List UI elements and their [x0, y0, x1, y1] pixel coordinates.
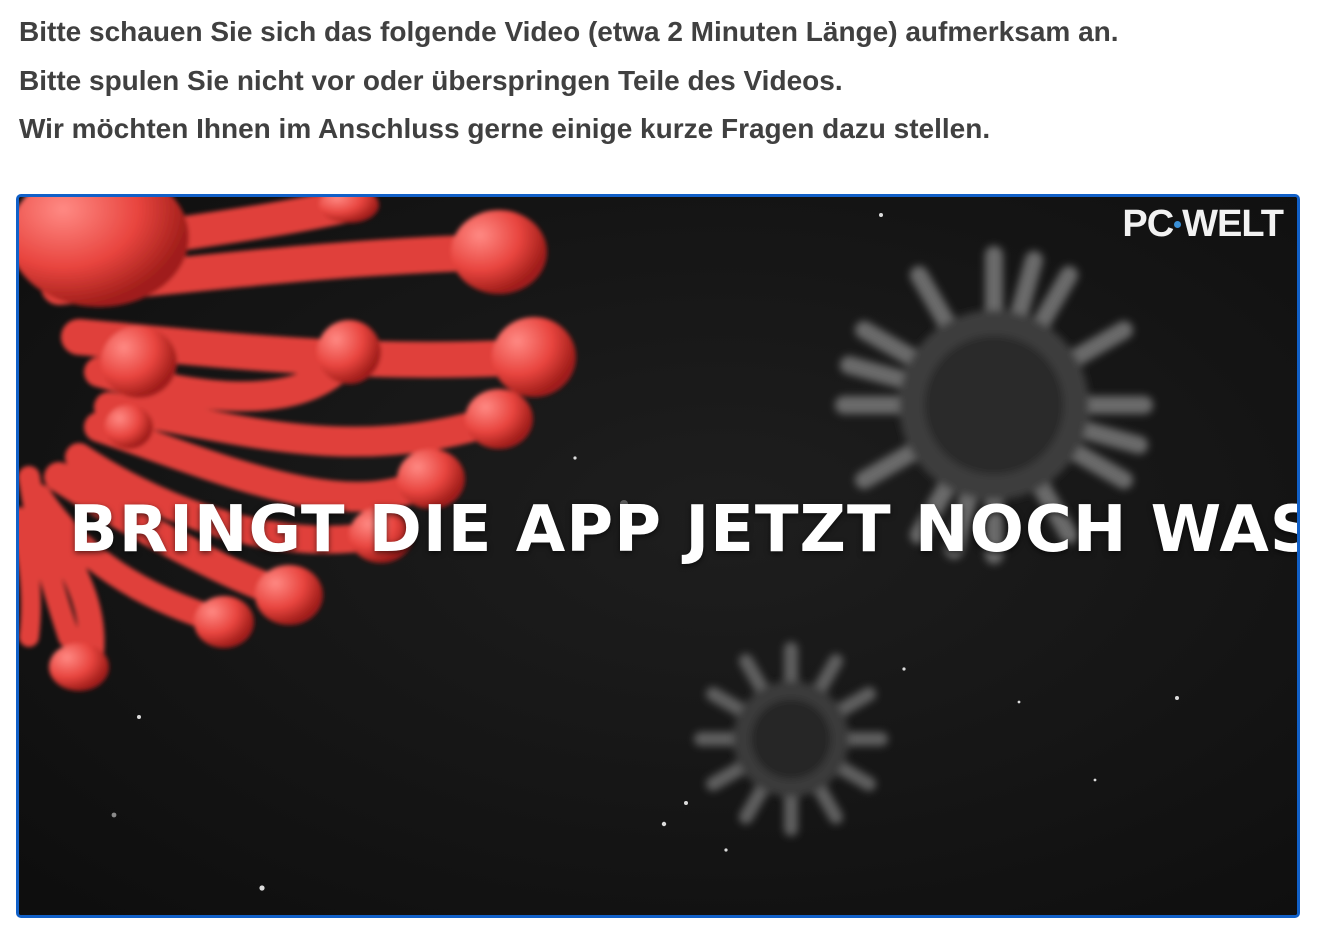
instruction-line-3: Wir möchten Ihnen im Anschluss gerne ein… [19, 113, 991, 144]
brand-logo-part1: PC [1122, 203, 1174, 245]
video-title-overlay: BRINGT DIE APP JETZT NOCH WAS? [69, 493, 1300, 567]
video-player[interactable]: PC WELT BRINGT DIE APP JETZT NOCH WAS? [16, 194, 1300, 918]
instruction-line-2: Bitte spulen Sie nicht vor oder überspri… [19, 64, 843, 96]
brand-logo-part2: WELT [1182, 203, 1284, 245]
instruction-line-1: Bitte schauen Sie sich das folgende Vide… [19, 16, 1119, 47]
pc-welt-logo: PC WELT [1122, 203, 1284, 246]
brand-logo-dot [1174, 221, 1182, 228]
instructions-text: Bitte schauen Sie sich das folgende Vide… [19, 8, 1309, 154]
